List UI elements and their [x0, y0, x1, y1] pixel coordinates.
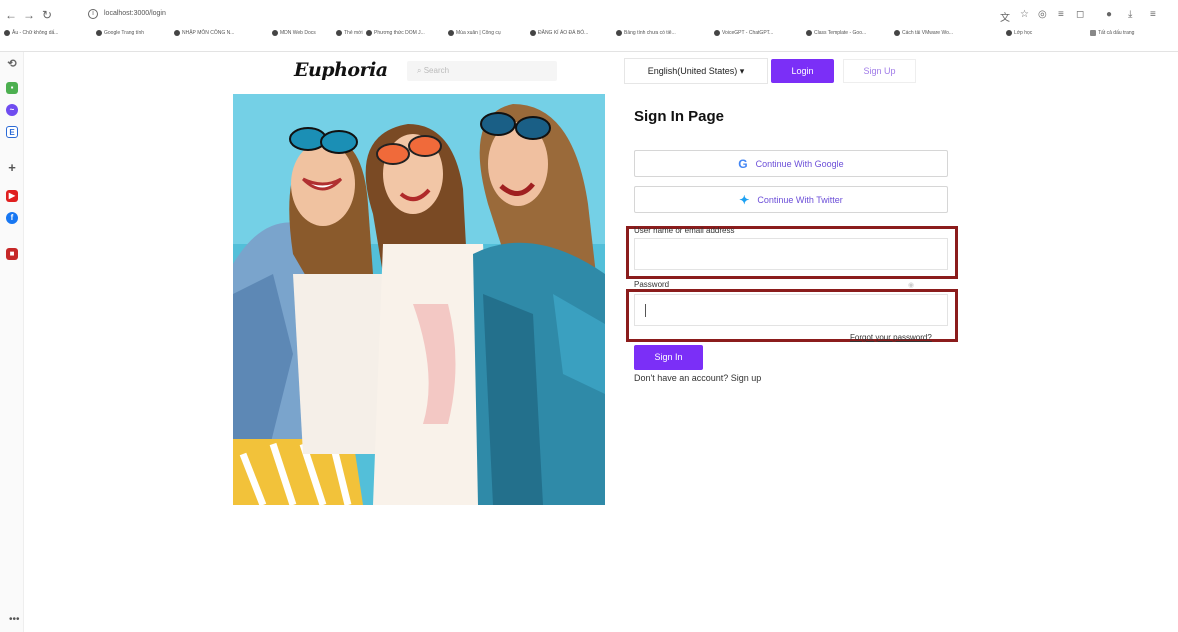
bookmarks-bar: Âu - Chữ không dấ... Google Trang tính N… — [0, 27, 1178, 43]
browser-side-rail: ⟲ ▪ ~ E + ▶ f ■ — [0, 52, 24, 632]
hero-image — [233, 94, 605, 505]
signup-button[interactable]: Sign Up — [843, 59, 916, 83]
page-title: Sign In Page — [634, 108, 725, 125]
username-input[interactable] — [634, 238, 948, 270]
username-label: User name or email address — [634, 226, 735, 235]
back-icon[interactable]: ← — [4, 8, 18, 22]
bookmark-item[interactable]: Phương thức DOM J... — [366, 30, 425, 36]
google-signin-button[interactable]: G Continue With Google — [634, 150, 948, 177]
bookmark-item[interactable]: ĐĂNG KÍ ÁO ĐÁ BÓ... — [530, 30, 588, 36]
chat-app-icon[interactable]: ▪ — [6, 82, 18, 94]
bookmark-item[interactable]: Bảng tính chưa có tiê... — [616, 30, 676, 36]
profile-icon[interactable]: ● — [1106, 9, 1112, 20]
bookmark-item[interactable]: Thẻ mới — [336, 30, 363, 36]
bookmark-item[interactable]: Cách tải VMware Wo... — [894, 30, 953, 36]
media-icon[interactable]: ≡ — [1058, 9, 1064, 20]
bookmark-item[interactable]: Google Trang tính — [96, 30, 144, 36]
search-input[interactable]: ⌕ Search — [407, 61, 557, 81]
bookmark-item[interactable]: Mùa xuân | Công cụ — [448, 30, 501, 36]
forgot-password-link[interactable]: Forgot your password? — [850, 333, 932, 342]
search-icon: ⌕ — [417, 66, 424, 75]
forward-icon[interactable]: → — [22, 8, 36, 22]
youtube-icon[interactable]: ▶ — [6, 190, 18, 202]
more-icon[interactable]: ••• — [9, 614, 20, 625]
site-header: Euphoria ⌕ Search English(United States)… — [24, 52, 1178, 92]
extension-icon[interactable]: ◎ — [1038, 9, 1047, 20]
menu-icon[interactable]: ≡ — [1150, 9, 1156, 20]
signup-prompt-link[interactable]: Don't have an account? Sign up — [634, 373, 761, 383]
star-icon[interactable]: ☆ — [1020, 9, 1029, 20]
bookmark-item[interactable]: Lớp học — [1006, 30, 1032, 36]
address-bar[interactable]: localhost:3000/login — [104, 10, 166, 17]
bookmark-item[interactable]: MDN Web Docs — [272, 30, 316, 36]
browser-toolbar: ← → ↻ i localhost:3000/login 文 ☆ ◎ ≡ ◻ ●… — [0, 0, 1178, 52]
bookmark-item[interactable]: VoiceGPT - ChatGPT... — [714, 30, 773, 36]
eye-icon[interactable]: ◉ — [908, 281, 914, 289]
twitter-signin-button[interactable]: ✦ Continue With Twitter — [634, 186, 948, 213]
hero-illustration — [233, 94, 605, 505]
twitter-icon: ✦ — [739, 192, 750, 207]
twitter-signin-label: Continue With Twitter — [757, 194, 843, 205]
download-icon[interactable]: ⤓ — [1128, 9, 1132, 20]
logo[interactable]: Euphoria — [294, 59, 388, 81]
chat-icon[interactable]: ◻ — [1076, 9, 1084, 20]
bookmark-item[interactable]: Class Template - Goo... — [806, 30, 866, 36]
messenger-icon[interactable]: ~ — [6, 104, 18, 116]
translate-icon[interactable]: 文 — [1000, 9, 1010, 24]
bookmark-item[interactable]: NHẬP MÔN CÔNG N... — [174, 30, 234, 36]
text-caret — [645, 304, 646, 317]
language-select[interactable]: English(United States) ▾ — [624, 58, 768, 84]
google-icon: G — [738, 156, 748, 171]
facebook-icon[interactable]: f — [6, 212, 18, 224]
add-icon[interactable]: + — [6, 161, 18, 174]
password-label: Password — [634, 280, 670, 289]
site-info-icon[interactable]: i — [88, 9, 98, 19]
bookmark-folder[interactable]: Tất cả dấu trang — [1090, 30, 1134, 36]
signin-button[interactable]: Sign In — [634, 345, 703, 370]
search-placeholder: Search — [423, 66, 450, 75]
reload-icon[interactable]: ↻ — [40, 8, 54, 22]
outlook-icon[interactable]: E — [6, 126, 18, 138]
bookmark-item[interactable]: Âu - Chữ không dấ... — [4, 30, 58, 36]
google-signin-label: Continue With Google — [755, 158, 844, 169]
history-icon[interactable]: ⟲ — [6, 58, 18, 70]
login-button[interactable]: Login — [771, 59, 834, 83]
game-app-icon[interactable]: ■ — [6, 248, 18, 260]
address-row: ← → ↻ i localhost:3000/login 文 ☆ ◎ ≡ ◻ ●… — [0, 6, 1178, 26]
password-input[interactable] — [634, 294, 948, 326]
